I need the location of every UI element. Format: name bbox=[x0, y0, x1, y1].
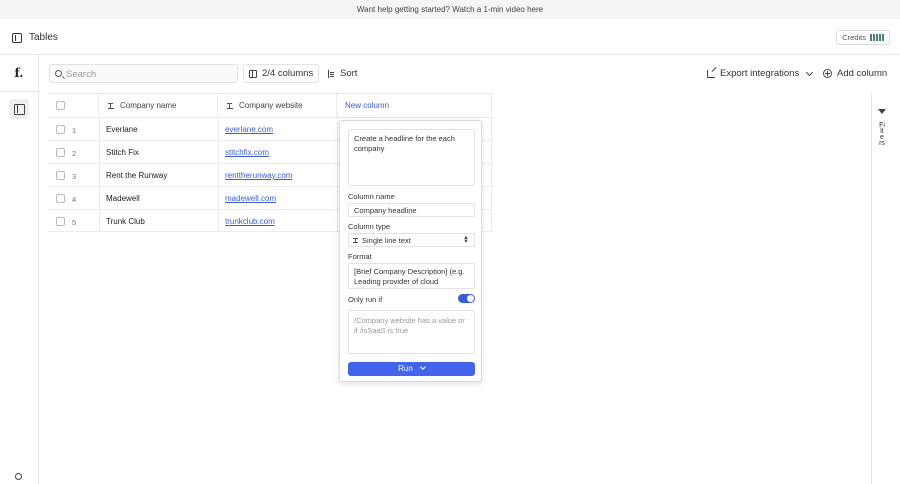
column-header-label: Company website bbox=[239, 101, 303, 110]
search-icon bbox=[55, 70, 62, 77]
credits-indicator[interactable]: Credits bbox=[836, 30, 890, 45]
column-header-label: New column bbox=[345, 101, 390, 110]
company-website-link[interactable]: renttherunway.com bbox=[225, 171, 292, 180]
column-divider bbox=[337, 118, 338, 232]
company-website-link[interactable]: everlane.com bbox=[225, 125, 273, 134]
column-type-select[interactable]: Single line text ▲ ▼ bbox=[348, 233, 475, 247]
row-checkbox[interactable] bbox=[56, 217, 65, 226]
plus-circle-icon bbox=[823, 69, 832, 78]
header-select-cell bbox=[48, 94, 99, 118]
company-name-cell[interactable]: Everlane bbox=[106, 125, 138, 134]
select-updown-icon: ▲ ▼ bbox=[463, 235, 469, 245]
row-number: 5 bbox=[72, 218, 77, 227]
text-type-icon bbox=[353, 238, 358, 243]
row-checkbox[interactable] bbox=[56, 148, 65, 157]
format-label: Format bbox=[348, 252, 372, 261]
run-button[interactable]: Run bbox=[348, 362, 475, 376]
column-type-label: Column type bbox=[348, 222, 391, 231]
company-name-cell[interactable]: Trunk Club bbox=[106, 217, 145, 226]
column-divider bbox=[218, 118, 219, 232]
export-icon bbox=[707, 69, 715, 78]
help-banner[interactable]: Want help getting started? Watch a 1-min… bbox=[0, 0, 900, 19]
columns-icon bbox=[249, 69, 257, 78]
add-column-label: Add column bbox=[837, 68, 888, 79]
row-checkbox[interactable] bbox=[56, 171, 65, 180]
sort-icon bbox=[327, 69, 335, 78]
column-type-value: Single line text bbox=[362, 236, 411, 245]
sidebar-item-tables[interactable] bbox=[9, 99, 29, 119]
page-title: Tables bbox=[29, 32, 58, 43]
column-divider bbox=[491, 118, 492, 232]
company-name-cell[interactable]: Stitch Fix bbox=[106, 148, 139, 157]
credits-label: Credits bbox=[842, 33, 866, 42]
row-number: 2 bbox=[72, 149, 77, 158]
filter-icon bbox=[878, 109, 886, 114]
export-label: Export integrations bbox=[720, 68, 800, 79]
run-condition-input[interactable]: /Company website has a value or if /isSa… bbox=[348, 310, 475, 354]
column-name-input[interactable]: Company headline bbox=[348, 203, 475, 217]
columns-button[interactable]: 2/4 columns bbox=[243, 64, 320, 83]
company-name-cell[interactable]: Rent the Runway bbox=[106, 171, 167, 180]
text-type-icon bbox=[227, 102, 233, 109]
company-website-link[interactable]: madewell.com bbox=[225, 194, 276, 203]
export-integrations-button[interactable]: Export integrations bbox=[707, 65, 814, 82]
filters-label: Filters bbox=[879, 122, 885, 147]
only-run-if-toggle[interactable] bbox=[458, 294, 475, 303]
column-name-label: Column name bbox=[348, 192, 395, 201]
sort-label: Sort bbox=[340, 68, 358, 79]
select-all-checkbox[interactable] bbox=[56, 101, 65, 110]
top-bar: Tables Credits bbox=[0, 19, 900, 55]
row-number: 4 bbox=[72, 195, 77, 204]
company-website-link[interactable]: stitchfix.com bbox=[225, 148, 269, 157]
column-divider bbox=[99, 118, 100, 232]
chevron-down-icon bbox=[806, 68, 814, 76]
columns-label: 2/4 columns bbox=[262, 68, 314, 79]
help-icon[interactable] bbox=[15, 473, 22, 480]
run-label: Run bbox=[398, 364, 413, 373]
toolbar: 2/4 columns Sort Export integrations Add… bbox=[39, 55, 900, 93]
new-column-popover: Create a headline for the each company C… bbox=[339, 120, 482, 382]
add-column-button[interactable]: Add column bbox=[823, 65, 887, 82]
sidebar: f. bbox=[0, 55, 39, 484]
row-checkbox[interactable] bbox=[56, 194, 65, 203]
column-header-new-column[interactable]: New column bbox=[337, 94, 492, 118]
help-banner-text[interactable]: Want help getting started? Watch a 1-min… bbox=[357, 5, 543, 14]
text-type-icon bbox=[108, 102, 114, 109]
filters-panel-toggle[interactable]: Filters bbox=[871, 93, 900, 484]
company-name-cell[interactable]: Madewell bbox=[106, 194, 140, 203]
column-header-company-name[interactable]: Company name bbox=[99, 94, 218, 118]
column-prompt-textarea[interactable]: Create a headline for the each company bbox=[348, 129, 475, 186]
only-run-if-label: Only run if bbox=[348, 295, 383, 304]
column-header-label: Company name bbox=[120, 101, 177, 110]
sort-button[interactable]: Sort bbox=[321, 64, 364, 83]
format-input[interactable]: [Brief Company Description] (e.g. Leadin… bbox=[348, 263, 475, 289]
chevron-down-icon bbox=[420, 364, 426, 370]
search-box[interactable] bbox=[49, 64, 238, 83]
table-icon bbox=[12, 33, 22, 43]
column-header-company-website[interactable]: Company website bbox=[218, 94, 337, 118]
row-number: 3 bbox=[72, 172, 77, 181]
table-header: Company name Company website New column bbox=[48, 93, 492, 118]
credits-bars-icon bbox=[870, 34, 884, 41]
row-number: 1 bbox=[72, 126, 77, 135]
company-website-link[interactable]: trunkclub.com bbox=[225, 217, 275, 226]
row-checkbox[interactable] bbox=[56, 125, 65, 134]
search-input[interactable] bbox=[66, 67, 234, 81]
app-logo[interactable]: f. bbox=[0, 55, 38, 92]
